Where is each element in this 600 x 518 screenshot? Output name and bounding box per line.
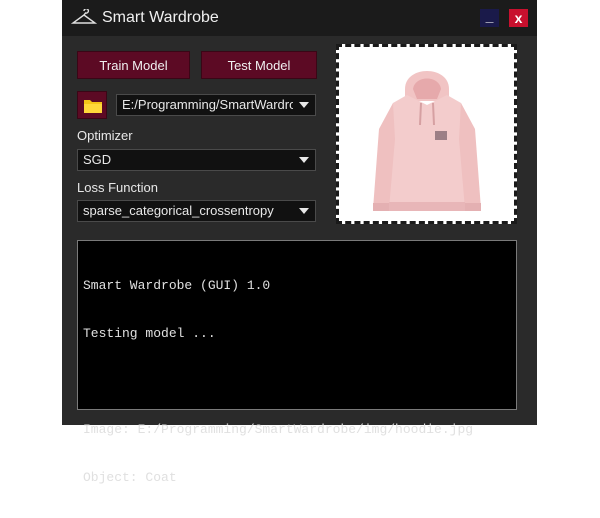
output-console[interactable]: Smart Wardrobe (GUI) 1.0 Testing model .… bbox=[77, 240, 517, 485]
optimizer-label: Optimizer bbox=[77, 128, 133, 143]
loss-function-select[interactable]: sparse_categorical_crossentropy bbox=[77, 200, 316, 222]
close-button[interactable]: x bbox=[509, 9, 528, 27]
console-line: Image: E:/Programming/SmartWardrobe/img/… bbox=[83, 422, 474, 437]
optimizer-select[interactable]: SGD bbox=[77, 149, 316, 171]
train-model-button[interactable]: Train Model bbox=[77, 51, 190, 79]
hanger-icon bbox=[70, 8, 98, 27]
chevron-down-icon bbox=[299, 102, 309, 108]
hoodie-image bbox=[373, 71, 481, 211]
console-line: Smart Wardrobe (GUI) 1.0 bbox=[83, 278, 271, 293]
app-window: Smart Wardrobe _ x Train Model Test Mode… bbox=[62, 0, 537, 485]
console-line: Testing model ... bbox=[83, 326, 216, 341]
title-bar[interactable]: Smart Wardrobe _ x bbox=[62, 0, 537, 36]
test-model-button[interactable]: Test Model bbox=[201, 51, 317, 79]
chevron-down-icon bbox=[299, 208, 309, 214]
folder-icon bbox=[84, 100, 102, 113]
minimize-button[interactable]: _ bbox=[480, 9, 499, 27]
browse-folder-button[interactable] bbox=[77, 91, 107, 119]
image-preview[interactable] bbox=[336, 44, 517, 224]
chevron-down-icon bbox=[299, 157, 309, 163]
optimizer-value: SGD bbox=[83, 152, 112, 167]
loss-function-label: Loss Function bbox=[77, 180, 158, 195]
loss-function-value: sparse_categorical_crossentropy bbox=[83, 203, 274, 218]
window-title: Smart Wardrobe bbox=[102, 9, 219, 26]
console-line: Object: Coat bbox=[83, 470, 177, 485]
path-value: E:/Programming/SmartWardrobe bbox=[122, 97, 293, 112]
path-select[interactable]: E:/Programming/SmartWardrobe bbox=[116, 94, 316, 116]
